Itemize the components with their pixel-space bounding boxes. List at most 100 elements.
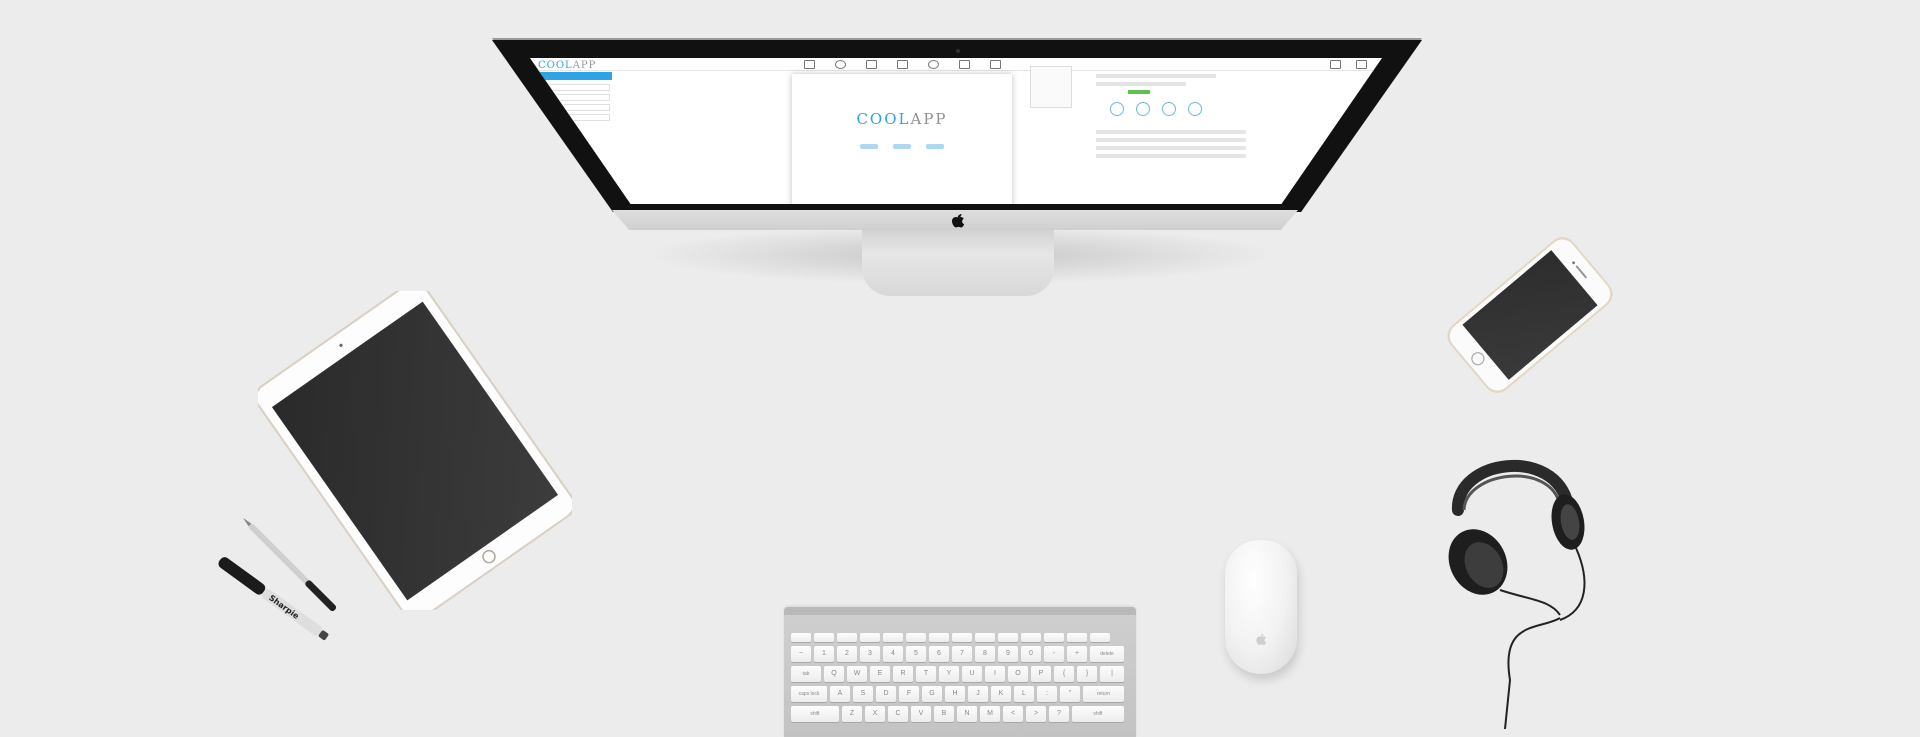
property-line [1096,74,1216,78]
toolbar-tool-icon[interactable] [959,60,970,69]
canvas-button[interactable] [926,144,944,149]
key: U [962,666,982,682]
progress-bar [1128,90,1150,94]
apple-logo-icon [952,214,965,228]
key: W [847,666,867,682]
key: L [1014,686,1034,702]
key: J [968,686,988,702]
key: 4 [883,646,903,662]
key: tab [791,666,821,682]
key: R [893,666,913,682]
canvas-page[interactable]: COOLAPP [792,74,1012,204]
key: K [991,686,1011,702]
key: caps lock [791,686,827,702]
floating-menu[interactable] [1030,66,1072,108]
key: 6 [929,646,949,662]
key: Q [824,666,844,682]
key: X [865,706,885,722]
key: E [870,666,890,682]
pens: Sharpie [218,517,337,641]
toolbar-tool-icon[interactable] [866,60,877,69]
key: 3 [860,646,880,662]
key: : [1037,686,1057,702]
headphones [1448,459,1586,729]
property-line [1096,138,1246,142]
function-key [952,633,972,642]
key: 8 [975,646,995,662]
key: N [957,706,977,722]
key: " [1060,686,1080,702]
key: M [980,706,1000,722]
toolbar-tool-icon[interactable] [990,60,1001,69]
key: G [922,686,942,702]
key: Y [939,666,959,682]
imac-screen: COOLAPP COOLAPP [530,58,1382,204]
key: delete [1090,646,1124,662]
key: return [1083,686,1124,702]
key: 7 [952,646,972,662]
key: F [899,686,919,702]
key: T [916,666,936,682]
key: ~ [791,646,811,662]
side-item-selected[interactable] [540,72,612,80]
property-line [1096,82,1186,86]
property-circle-icon[interactable] [1188,102,1202,116]
canvas-button[interactable] [893,144,911,149]
key: O [1008,666,1028,682]
function-key [906,633,926,642]
property-circle-icon[interactable] [1110,102,1124,116]
function-key [1044,633,1064,642]
keyboard: ~ 1 2 3 4 5 6 7 8 9 0 - + delete tab Q W… [784,607,1136,737]
toolbar-tool-icon[interactable] [835,60,846,69]
key: H [945,686,965,702]
function-key [814,633,834,642]
key: 5 [906,646,926,662]
key: shift [791,706,839,722]
key: ? [1049,706,1069,722]
function-key [1067,633,1087,642]
side-item[interactable] [548,84,610,91]
toolbar-tool-icon[interactable] [928,60,939,69]
function-key [975,633,995,642]
key: + [1067,646,1087,662]
key: 0 [1021,646,1041,662]
key: { [1054,666,1074,682]
imac-stand [862,226,1054,296]
function-key [998,633,1018,642]
apple-logo-icon [1256,634,1267,645]
function-key [791,633,811,642]
key: > [1026,706,1046,722]
toolbar-tool-icon[interactable] [1330,60,1341,69]
key: C [888,706,908,722]
key: 9 [998,646,1018,662]
function-key [860,633,880,642]
key: A [830,686,850,702]
key: | [1100,666,1124,682]
key: 1 [814,646,834,662]
key: < [1003,706,1023,722]
app-toolbar: COOLAPP [530,58,1382,71]
canvas-logo: COOLAPP [792,110,1012,128]
key: S [853,686,873,702]
property-line [1096,130,1246,134]
webcam [956,49,960,53]
key: B [934,706,954,722]
toolbar-tool-icon[interactable] [1356,60,1367,69]
key: Z [842,706,862,722]
app-logo: COOLAPP [538,60,596,71]
function-key [883,633,903,642]
property-line [1096,146,1246,150]
canvas-logo-part-b: APP [910,110,948,128]
property-circle-icon[interactable] [1162,102,1176,116]
key: } [1077,666,1097,682]
canvas-button[interactable] [860,144,878,149]
phone [1447,237,1613,393]
property-line [1096,154,1246,158]
function-key [1090,633,1110,642]
keyboard-top-edge [784,607,1136,615]
property-circle-icon[interactable] [1136,102,1150,116]
key: I [985,666,1005,682]
toolbar-tool-icon[interactable] [804,60,815,69]
toolbar-tool-icon[interactable] [897,60,908,69]
key: D [876,686,896,702]
